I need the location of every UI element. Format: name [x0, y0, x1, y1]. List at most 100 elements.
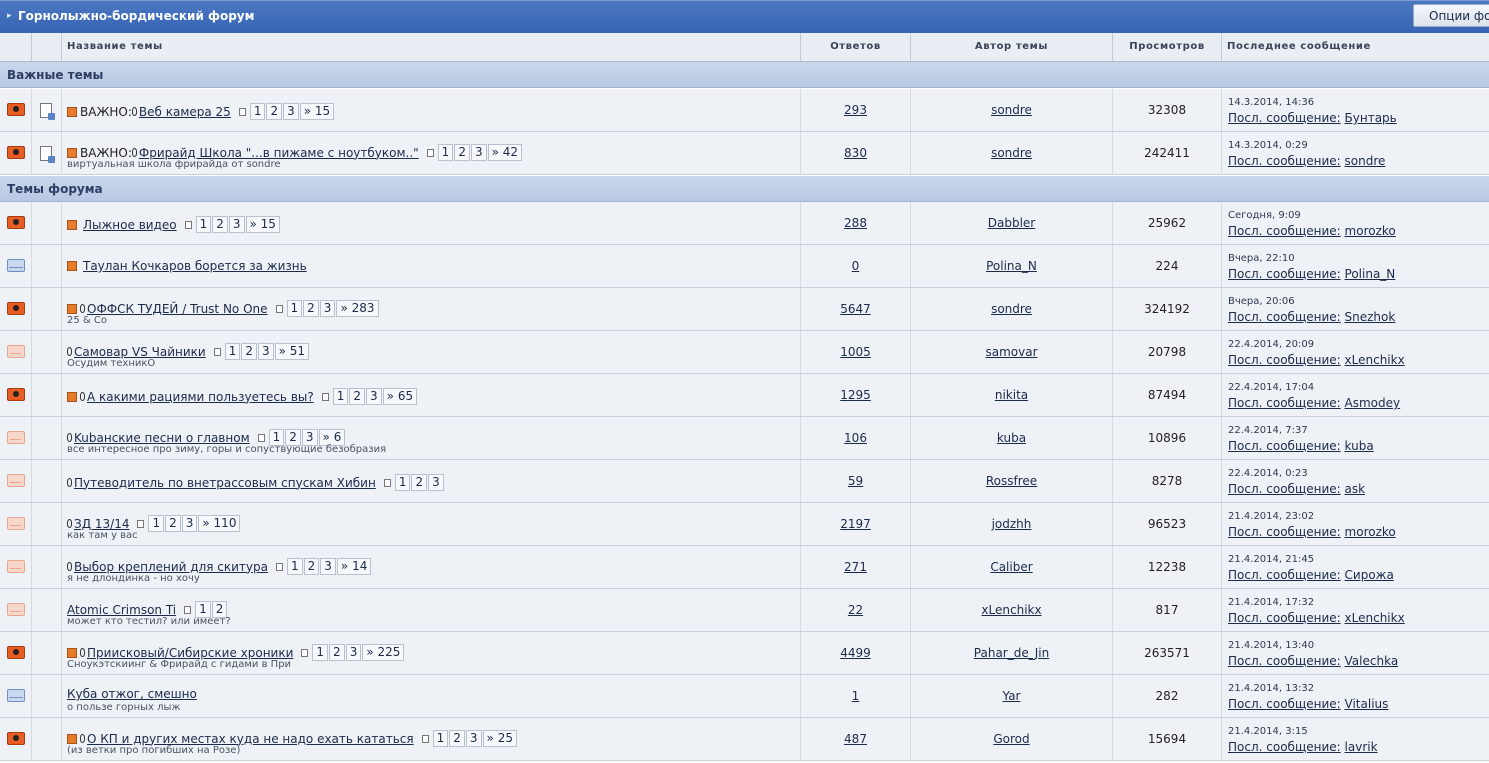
last-post-label-link[interactable]: Посл. сообщение: — [1228, 396, 1341, 410]
author-link[interactable]: Rossfree — [911, 474, 1112, 488]
page-link[interactable]: 3 — [319, 300, 336, 317]
last-post-label-link[interactable]: Посл. сообщение: — [1228, 267, 1341, 281]
replies-count-link[interactable]: 288 — [801, 216, 910, 230]
page-link[interactable]: 2 — [329, 644, 345, 661]
page-link[interactable]: 1 — [332, 388, 349, 405]
last-post-user-link[interactable]: Polina_N — [1345, 267, 1396, 281]
last-post-label-link[interactable]: Посл. сообщение: — [1228, 654, 1341, 668]
header-views[interactable]: Просмотров — [1112, 33, 1221, 61]
page-link[interactable]: 3 — [470, 144, 487, 161]
page-link[interactable]: 2 — [303, 558, 320, 575]
author-link[interactable]: kuba — [911, 431, 1112, 445]
replies-count-link[interactable]: 2197 — [801, 517, 910, 531]
topic-title-link[interactable]: Куба отжог, смешно — [67, 687, 197, 701]
last-post-label-link[interactable]: Посл. сообщение: — [1228, 353, 1341, 367]
forum-options-button[interactable]: Опции фор — [1413, 4, 1489, 27]
last-post-label-link[interactable]: Посл. сообщение: — [1228, 439, 1341, 453]
page-link[interactable]: 1 — [286, 300, 303, 317]
header-topic[interactable]: Название темы — [61, 33, 800, 61]
last-post-label-link[interactable]: Посл. сообщение: — [1228, 482, 1341, 496]
replies-count-link[interactable]: 271 — [801, 560, 910, 574]
last-post-user-link[interactable]: Бунтарь — [1345, 111, 1397, 125]
last-post-user-link[interactable]: Asmodey — [1345, 396, 1401, 410]
replies-count-link[interactable]: 59 — [801, 474, 910, 488]
author-link[interactable]: xLenchikx — [911, 603, 1112, 617]
page-link[interactable]: 3 — [428, 474, 444, 491]
replies-count-link[interactable]: 830 — [801, 146, 910, 160]
page-link[interactable]: » 51 — [274, 343, 310, 360]
topic-title-link[interactable]: Веб камера 25 — [139, 105, 231, 119]
page-link[interactable]: 2 — [241, 343, 257, 360]
topic-title-link[interactable]: О КП и других местах куда не надо ехать … — [87, 732, 414, 746]
replies-count-link[interactable]: 1295 — [801, 388, 910, 402]
author-link[interactable]: Caliber — [911, 560, 1112, 574]
topic-title-link[interactable]: Таулан Кочкаров борется за жизнь — [83, 259, 307, 273]
author-link[interactable]: samovar — [911, 345, 1112, 359]
page-link[interactable]: 3 — [228, 216, 245, 233]
last-post-user-link[interactable]: ask — [1345, 482, 1366, 496]
topic-title-link[interactable]: ЗД 13/14 — [74, 517, 129, 531]
topic-title-link[interactable]: Kubaнские песни о главном — [74, 431, 250, 445]
page-link[interactable]: » 14 — [336, 558, 372, 575]
page-link[interactable]: 3 — [283, 103, 299, 120]
page-link[interactable]: 1 — [148, 515, 165, 532]
last-post-user-link[interactable]: Сирожа — [1345, 568, 1394, 582]
author-link[interactable]: jodzhh — [911, 517, 1112, 531]
page-link[interactable]: » 15 — [245, 216, 280, 233]
topic-title-link[interactable]: Самовар VS Чайники — [74, 345, 206, 359]
author-link[interactable]: Yar — [911, 689, 1112, 703]
page-link[interactable]: 2 — [349, 388, 366, 405]
author-link[interactable]: Polina_N — [911, 259, 1112, 273]
page-link[interactable]: 3 — [465, 730, 482, 747]
last-post-label-link[interactable]: Посл. сообщение: — [1228, 224, 1341, 238]
last-post-user-link[interactable]: lavrik — [1345, 740, 1378, 754]
author-link[interactable]: sondre — [911, 103, 1112, 117]
last-post-label-link[interactable]: Посл. сообщение: — [1228, 611, 1341, 625]
page-link[interactable]: 1 — [437, 144, 454, 161]
page-link[interactable]: 1 — [432, 730, 449, 747]
last-post-label-link[interactable]: Посл. сообщение: — [1228, 310, 1341, 324]
header-last-post[interactable]: Последнее сообщение — [1221, 33, 1489, 61]
replies-count-link[interactable]: 1 — [801, 689, 910, 703]
topic-title-link[interactable]: Atomic Crimson Ti — [67, 603, 176, 617]
topic-title-link[interactable]: Выбор креплений для скитура — [74, 560, 268, 574]
last-post-label-link[interactable]: Посл. сообщение: — [1228, 697, 1341, 711]
page-link[interactable]: 3 — [257, 343, 274, 360]
author-link[interactable]: Dabbler — [911, 216, 1112, 230]
last-post-user-link[interactable]: morozko — [1345, 525, 1396, 539]
page-link[interactable]: 2 — [411, 474, 428, 491]
header-author[interactable]: Автор темы — [910, 33, 1112, 61]
author-link[interactable]: nikita — [911, 388, 1112, 402]
topic-title-link[interactable]: ОФФСК ТУДЕЙ / Trust No One — [87, 302, 268, 316]
page-link[interactable]: 2 — [449, 730, 465, 747]
topic-title-link[interactable]: Путеводитель по внетрассовым спускам Хиб… — [74, 476, 376, 490]
replies-count-link[interactable]: 1005 — [801, 345, 910, 359]
topic-title-link[interactable]: А какими рациями пользуетесь вы? — [87, 390, 314, 404]
author-link[interactable]: Gorod — [911, 732, 1112, 746]
page-link[interactable]: 1 — [312, 644, 329, 661]
collapse-arrow-icon[interactable]: ▸ — [7, 11, 12, 21]
topic-title-link[interactable]: Фрирайд Школа "...в пижаме с ноутбуком..… — [139, 146, 419, 160]
page-link[interactable]: » 283 — [336, 300, 379, 317]
page-link[interactable]: » 65 — [382, 388, 418, 405]
page-link[interactable]: 3 — [345, 644, 362, 661]
page-link[interactable]: » 15 — [299, 103, 335, 120]
last-post-user-link[interactable]: sondre — [1345, 154, 1386, 168]
last-post-label-link[interactable]: Посл. сообщение: — [1228, 111, 1341, 125]
last-post-label-link[interactable]: Посл. сообщение: — [1228, 525, 1341, 539]
page-link[interactable]: 1 — [394, 474, 411, 491]
page-link[interactable]: 1 — [249, 103, 266, 120]
page-link[interactable]: 1 — [287, 558, 303, 575]
replies-count-link[interactable]: 487 — [801, 732, 910, 746]
author-link[interactable]: sondre — [911, 302, 1112, 316]
page-link[interactable]: 3 — [181, 515, 198, 532]
last-post-label-link[interactable]: Посл. сообщение: — [1228, 740, 1341, 754]
page-link[interactable]: 2 — [165, 515, 181, 532]
last-post-user-link[interactable]: xLenchikx — [1345, 611, 1405, 625]
author-link[interactable]: sondre — [911, 146, 1112, 160]
page-link[interactable]: 1 — [195, 216, 212, 233]
replies-count-link[interactable]: 4499 — [801, 646, 910, 660]
page-link[interactable]: 2 — [212, 216, 228, 233]
last-post-user-link[interactable]: Snezhok — [1345, 310, 1396, 324]
last-post-user-link[interactable]: Valechka — [1345, 654, 1399, 668]
